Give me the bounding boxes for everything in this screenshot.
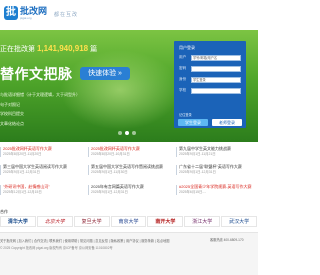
partner-logo[interactable]: 清华大学 bbox=[0, 216, 36, 227]
news-title[interactable]: #2025全国青少年学院规赛-英语写作大赛 bbox=[179, 184, 251, 189]
site-logo[interactable]: 批 批改网 pigai.org bbox=[4, 6, 47, 20]
login-title: 用户登录 bbox=[179, 45, 195, 50]
feature-item: 与批语详细错（计于文理逻辑，大于词型升） bbox=[0, 92, 80, 97]
username-input[interactable]: 学号/邮箱/用户名 bbox=[191, 54, 241, 61]
news-item[interactable]: 第五届中国大学生英语写作暨阅读挑战赛 2025年9月1日-11月30日 bbox=[88, 164, 174, 176]
partners-label: 合作 bbox=[0, 209, 8, 214]
news-title[interactable]: "外研讯中国，赴情感山河" bbox=[3, 184, 50, 189]
news-date: 2025年8月20日-11月20日 bbox=[3, 151, 42, 156]
news-item[interactable]: 第九届中学生英文能力挑战赛 2025年9月1日-11月21日 bbox=[176, 146, 258, 158]
counter-prefix: 正在批改第 bbox=[0, 46, 35, 53]
news-title[interactable]: 2025批改网杯英语写作大赛 bbox=[91, 146, 140, 151]
news-date: 2025年9月1日-12月31日 bbox=[3, 169, 40, 174]
logo-icon: 批 bbox=[4, 6, 18, 20]
feature-item: 学校科目提交 bbox=[0, 111, 24, 117]
news-title[interactable]: 2025年有言网篇英语写作大赛 bbox=[91, 184, 144, 189]
hero-headline: 替作文把脉 bbox=[0, 66, 73, 82]
password-row: 密码 bbox=[179, 65, 241, 72]
news-title[interactable]: 广东省十二届"联盟杯"英语写作大赛 bbox=[179, 164, 242, 169]
school-row: 学校 bbox=[179, 87, 241, 94]
quick-try-button[interactable]: 快速体验 » bbox=[80, 67, 130, 80]
news-date: 2025年9月1日-12月31日 bbox=[91, 189, 128, 194]
remember-checkbox[interactable]: 记住登录 bbox=[179, 112, 192, 117]
teacher-login-button[interactable]: 老师登录 bbox=[212, 119, 242, 126]
logo-subtext: pigai.org bbox=[20, 16, 32, 20]
news-item[interactable]: #2025全国青少年学院规赛-英语写作大赛 2025年6月15日-... bbox=[176, 184, 258, 196]
news-title[interactable]: 第三届中国大学生英语阅读写作大赛 bbox=[3, 164, 67, 169]
news-title[interactable]: 2025批改网杯英语写作大赛 bbox=[3, 146, 52, 151]
site-header: 批 批改网 pigai.org 都在互改 bbox=[0, 0, 258, 30]
carousel-dot-active[interactable] bbox=[125, 131, 129, 135]
role-select[interactable]: 学生登录 bbox=[191, 76, 241, 83]
school-input[interactable] bbox=[191, 87, 241, 94]
role-label: 身份 bbox=[179, 77, 187, 81]
password-label: 密码 bbox=[179, 66, 187, 70]
school-label: 学校 bbox=[179, 88, 187, 92]
news-date: 2025年9月1日-11月21日 bbox=[179, 151, 216, 156]
news-date: 2025年9月1日-11月30日 bbox=[91, 169, 128, 174]
feature-item: 句子对照记 bbox=[0, 101, 20, 107]
logo-text: 批改网 bbox=[20, 6, 48, 16]
site-slogan: 都在互改 bbox=[54, 12, 79, 18]
carousel-dots bbox=[118, 131, 136, 135]
news-item[interactable]: 2025批改网杯英语写作大赛 2025年8月20日-10月31日 bbox=[88, 146, 174, 158]
role-row: 身份 学生登录 bbox=[179, 76, 241, 83]
partner-logo[interactable]: 浙江大学 bbox=[184, 216, 221, 227]
partner-logo[interactable]: 南京大学 bbox=[110, 216, 147, 227]
partner-logos: 清华大学 北京大学 复旦大学 南京大学 南开大学 浙江大学 武汉大学 bbox=[0, 216, 258, 229]
login-panel: 用户登录 用户 学号/邮箱/用户名 密码 身份 学生登录 学校 记住登录 学生登… bbox=[174, 41, 246, 128]
partner-logo[interactable]: 武汉大学 bbox=[221, 216, 258, 227]
footer-links[interactable]: 关于批改网 | 加入我们 | 合作交流 | 联系我们 | 使用帮助 | 常见问题… bbox=[0, 238, 169, 243]
feature-item: 文章化结论点 bbox=[0, 120, 24, 126]
essay-counter: 正在批改第 1,141,940,918 篇 bbox=[0, 44, 97, 54]
username-label: 用户 bbox=[179, 55, 187, 59]
carousel-dot[interactable] bbox=[118, 131, 122, 135]
news-item[interactable]: 2025年有言网篇英语写作大赛 2025年9月1日-12月31日 bbox=[88, 184, 174, 196]
news-item[interactable]: 广东省十二届"联盟杯"英语写作大赛 2025年9月1日-12月31日 bbox=[176, 164, 258, 176]
feature-list: 与批语详细错（计于文理逻辑，大于词型升） 句子对照记 学校科目提交 文章化结论点 bbox=[0, 92, 80, 130]
partner-logo[interactable]: 复旦大学 bbox=[73, 216, 110, 227]
student-login-button[interactable]: 学生登录 bbox=[178, 119, 208, 126]
password-input[interactable] bbox=[191, 65, 241, 72]
counter-suffix: 篇 bbox=[90, 46, 98, 53]
footer-phone: 客服热线 400-6809-170 bbox=[210, 238, 244, 242]
footer-copyright: © 2025 Copyright 批改网 pigai.org 版权所有 京ICP… bbox=[0, 246, 113, 250]
news-title[interactable]: 第九届中学生英文能力挑战赛 bbox=[179, 146, 231, 151]
username-row: 用户 学号/邮箱/用户名 bbox=[179, 54, 241, 61]
news-title[interactable]: 第五届中国大学生英语写作暨阅读挑战赛 bbox=[91, 164, 163, 169]
counter-number: 1,141,940,918 bbox=[36, 44, 89, 53]
news-date: 2025年8月20日-10月31日 bbox=[91, 151, 130, 156]
partner-logo[interactable]: 南开大学 bbox=[147, 216, 184, 227]
news-item[interactable]: "外研讯中国，赴情感山河" 2025年12月1日-12月15日 bbox=[0, 184, 86, 196]
partner-logo[interactable]: 北京大学 bbox=[36, 216, 73, 227]
news-item[interactable]: 2025批改网杯英语写作大赛 2025年8月20日-11月20日 bbox=[0, 146, 86, 158]
news-item[interactable]: 第三届中国大学生英语阅读写作大赛 2025年9月1日-12月31日 bbox=[0, 164, 86, 176]
site-footer: 关于批改网 | 加入我们 | 合作交流 | 联系我们 | 使用帮助 | 常见问题… bbox=[0, 232, 258, 275]
news-date: 2025年6月15日-... bbox=[179, 189, 207, 194]
news-date: 2025年12月1日-12月15日 bbox=[3, 189, 42, 194]
carousel-dot[interactable] bbox=[132, 131, 136, 135]
news-date: 2025年9月1日-12月31日 bbox=[179, 169, 216, 174]
